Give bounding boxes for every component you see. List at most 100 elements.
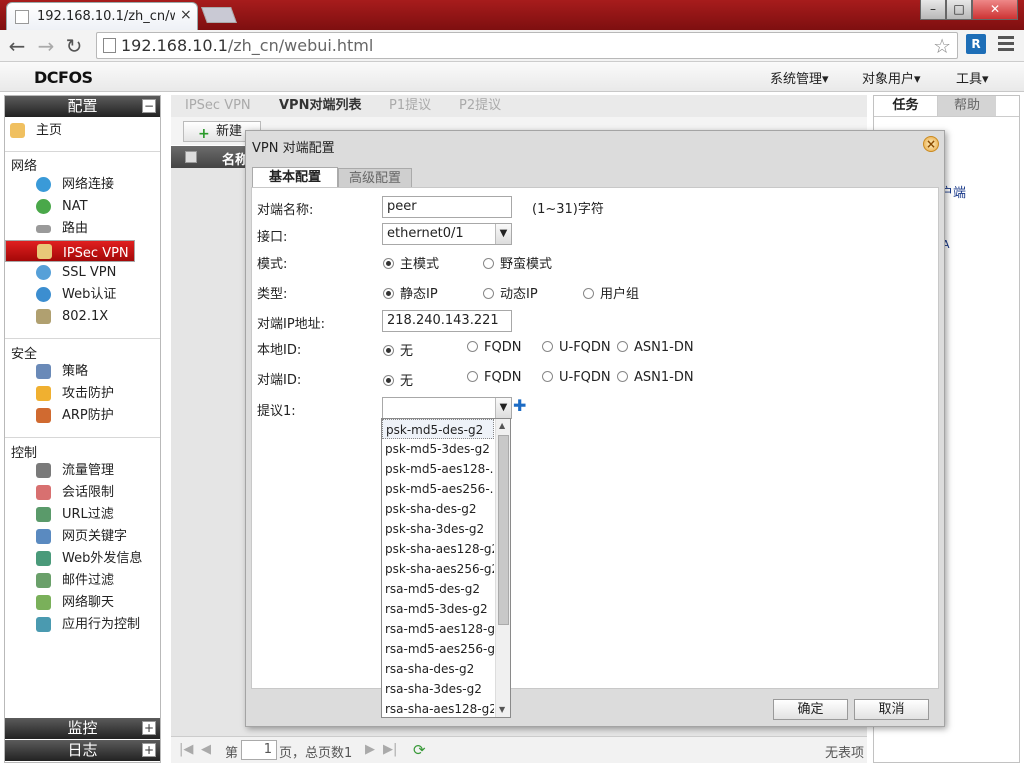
- peer-id-radio-none[interactable]: 无: [383, 370, 413, 389]
- proposal-option[interactable]: psk-md5-3des-g2: [382, 439, 494, 459]
- proposal-option[interactable]: rsa-md5-des-g2: [382, 579, 494, 599]
- next-page-icon[interactable]: ▶: [365, 742, 375, 757]
- sidebar-item-traffic-management[interactable]: 流量管理: [5, 460, 160, 482]
- ok-button[interactable]: 确定: [773, 699, 848, 720]
- sidebar-item-route[interactable]: 路由: [5, 218, 160, 240]
- dropdown-scrollbar[interactable]: ▲ ▼: [495, 419, 510, 717]
- proposal-option[interactable]: rsa-sha-aes128-g2: [382, 699, 494, 719]
- expand-icon[interactable]: +: [142, 721, 156, 735]
- proposal-option[interactable]: psk-md5-aes256-...: [382, 479, 494, 499]
- sidebar-item-policy[interactable]: 策略: [5, 361, 160, 383]
- select-all-checkbox[interactable]: [185, 151, 197, 163]
- window-close-button[interactable]: ✕: [972, 0, 1018, 20]
- browser-tab[interactable]: 192.168.10.1/zh_cn/web ×: [6, 2, 198, 30]
- extension-icon[interactable]: R: [966, 34, 986, 54]
- tab-close-icon[interactable]: ×: [180, 7, 192, 23]
- peer-id-radio-asn1dn[interactable]: ASN1-DN: [617, 370, 694, 385]
- forward-arrow-icon[interactable]: →: [35, 34, 57, 58]
- proposal-option[interactable]: rsa-md5-aes256-g2: [382, 639, 494, 659]
- proposal-option[interactable]: rsa-md5-aes128-g2: [382, 619, 494, 639]
- sidebar-item-ssl-vpn[interactable]: SSL VPN: [5, 262, 160, 284]
- tab-vpn-peer-list[interactable]: VPN对端列表: [267, 95, 373, 117]
- tab-ipsec-vpn[interactable]: IPSec VPN: [173, 95, 263, 117]
- expand-icon[interactable]: +: [142, 743, 156, 757]
- page-number-input[interactable]: 1: [241, 740, 277, 760]
- proposal-option[interactable]: psk-sha-3des-g2: [382, 519, 494, 539]
- chevron-down-icon[interactable]: ▼: [495, 398, 511, 418]
- proposal-option[interactable]: psk-md5-aes128-...: [382, 459, 494, 479]
- menu-object-users[interactable]: 对象用户▾: [862, 68, 921, 87]
- tab-tasks[interactable]: 任务: [874, 96, 938, 116]
- sidebar-item-web-auth[interactable]: Web认证: [5, 284, 160, 306]
- sidebar-item-url-filter[interactable]: URL过滤: [5, 504, 160, 526]
- peer-id-radio-fqdn[interactable]: FQDN: [467, 370, 521, 385]
- interface-select[interactable]: ethernet0/1 ▼: [382, 223, 512, 245]
- peer-name-input[interactable]: peer: [382, 196, 512, 218]
- mode-radio-main[interactable]: 主模式: [383, 253, 439, 272]
- sidebar-item-8021x[interactable]: 802.1X: [5, 306, 160, 328]
- cancel-button[interactable]: 取消: [854, 699, 929, 720]
- type-radio-static-ip[interactable]: 静态IP: [383, 283, 438, 302]
- proposal-option[interactable]: psk-sha-aes256-g2: [382, 559, 494, 579]
- back-arrow-icon[interactable]: ←: [6, 34, 28, 58]
- add-proposal-icon[interactable]: ✚: [513, 396, 526, 415]
- tab-help[interactable]: 帮助: [938, 96, 996, 116]
- keyword-icon: [36, 529, 51, 544]
- tab-p2-proposal[interactable]: P2提议: [447, 95, 513, 117]
- menu-tools[interactable]: 工具▾: [956, 68, 989, 87]
- mode-radio-aggressive[interactable]: 野蛮模式: [483, 253, 552, 272]
- type-radio-dynamic-ip[interactable]: 动态IP: [483, 283, 538, 302]
- peer-ip-input[interactable]: 218.240.143.221: [382, 310, 512, 332]
- scroll-down-icon[interactable]: ▼: [499, 705, 505, 714]
- sidebar-item-session-limit[interactable]: 会话限制: [5, 482, 160, 504]
- collapse-icon[interactable]: −: [142, 99, 156, 113]
- chevron-down-icon[interactable]: ▼: [495, 224, 511, 244]
- proposal-option[interactable]: rsa-md5-3des-g2: [382, 599, 494, 619]
- radio-label: FQDN: [484, 340, 522, 355]
- maximize-button[interactable]: □: [946, 0, 972, 20]
- sidebar-item-web-keyword[interactable]: 网页关键字: [5, 526, 160, 548]
- tab-advanced-config[interactable]: 高级配置: [338, 168, 412, 187]
- menu-system-management[interactable]: 系统管理▾: [770, 68, 829, 87]
- bookmark-star-icon[interactable]: ☆: [933, 34, 951, 58]
- proposal-option[interactable]: psk-sha-aes128-g2: [382, 539, 494, 559]
- local-id-radio-asn1dn[interactable]: ASN1-DN: [617, 340, 694, 355]
- scroll-up-icon[interactable]: ▲: [499, 421, 505, 430]
- minimize-button[interactable]: –: [920, 0, 946, 20]
- tab-p1-proposal[interactable]: P1提议: [377, 95, 443, 117]
- proposal-option[interactable]: rsa-sha-3des-g2: [382, 679, 494, 699]
- sidebar-item-nat[interactable]: NAT: [5, 196, 160, 218]
- peer-id-radio-ufqdn[interactable]: U-FQDN: [542, 370, 611, 385]
- config-panel-header[interactable]: 配置 −: [5, 96, 160, 117]
- sidebar-item-arp-defense[interactable]: ARP防护: [5, 405, 160, 427]
- refresh-icon[interactable]: ⟳: [413, 741, 426, 759]
- local-id-radio-none[interactable]: 无: [383, 340, 413, 359]
- sidebar-item-home[interactable]: 主页: [5, 120, 160, 142]
- sidebar-item-network-chat[interactable]: 网络聊天: [5, 592, 160, 614]
- local-id-radio-fqdn[interactable]: FQDN: [467, 340, 521, 355]
- browser-menu-icon[interactable]: [998, 36, 1014, 54]
- proposal-option[interactable]: rsa-sha-des-g2: [382, 659, 494, 679]
- first-page-icon[interactable]: |◀: [179, 742, 193, 757]
- scrollbar-thumb[interactable]: [498, 435, 509, 625]
- reload-icon[interactable]: ↻: [63, 34, 85, 58]
- address-bar[interactable]: 192.168.10.1/zh_cn/webui.html ☆: [96, 32, 958, 59]
- proposal-select[interactable]: ▼: [382, 397, 512, 419]
- prev-page-icon[interactable]: ◀: [201, 742, 211, 757]
- type-radio-user-group[interactable]: 用户组: [583, 283, 639, 302]
- monitor-panel-header[interactable]: 监控 +: [5, 718, 160, 739]
- sidebar-item-web-outbound[interactable]: Web外发信息: [5, 548, 160, 570]
- sidebar-item-app-behavior[interactable]: 应用行为控制: [5, 614, 160, 636]
- proposal-option[interactable]: psk-md5-des-g2: [382, 419, 494, 439]
- sidebar-item-network-connection[interactable]: 网络连接: [5, 174, 160, 196]
- local-id-radio-ufqdn[interactable]: U-FQDN: [542, 340, 611, 355]
- log-panel-header[interactable]: 日志 +: [5, 740, 160, 761]
- sidebar-item-ipsec-vpn[interactable]: IPSec VPN: [5, 240, 135, 262]
- last-page-icon[interactable]: ▶|: [383, 742, 397, 757]
- sidebar-item-attack-defense[interactable]: 攻击防护: [5, 383, 160, 405]
- sidebar-item-mail-filter[interactable]: 邮件过滤: [5, 570, 160, 592]
- new-tab-button[interactable]: [201, 7, 237, 23]
- proposal-option[interactable]: psk-sha-des-g2: [382, 499, 494, 519]
- tab-basic-config[interactable]: 基本配置: [252, 167, 338, 187]
- dialog-close-icon[interactable]: ×: [923, 136, 939, 152]
